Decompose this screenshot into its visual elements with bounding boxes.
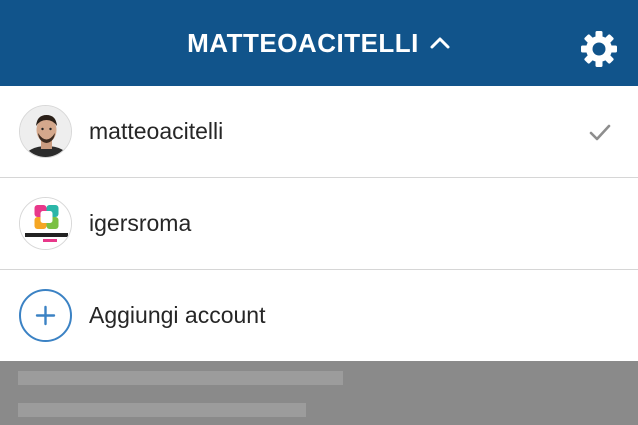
header-bar: MATTEOACITELLI — [0, 0, 638, 86]
plus-circle-icon — [19, 288, 72, 342]
header-title: MATTEOACITELLI — [187, 27, 419, 58]
avatar — [19, 105, 72, 158]
blurred-text — [18, 371, 343, 385]
account-list: matteoacitelli igersroma Aggiungi accoun… — [0, 86, 638, 360]
plus-icon — [35, 305, 56, 325]
gear-icon[interactable] — [580, 30, 618, 68]
account-switcher-toggle[interactable]: MATTEOACITELLI — [0, 0, 638, 86]
account-row-matteoacitelli[interactable]: matteoacitelli — [0, 86, 638, 178]
account-row-igersroma[interactable]: igersroma — [0, 178, 638, 270]
blurred-text — [18, 403, 306, 417]
profile-photo — [20, 106, 71, 157]
avatar — [19, 197, 72, 250]
add-account-label: Aggiungi account — [89, 301, 266, 328]
account-username: igersroma — [89, 210, 192, 236]
chevron-up-icon — [430, 37, 450, 49]
instagramers-logo — [20, 198, 71, 249]
add-account-row[interactable]: Aggiungi account — [0, 270, 638, 360]
dimmed-background[interactable] — [0, 361, 638, 425]
account-switcher-screen: MATTEOACITELLI matteoacitelli igersroma … — [0, 0, 638, 425]
account-username: matteoacitelli — [89, 118, 224, 144]
checkmark-icon — [589, 124, 611, 140]
